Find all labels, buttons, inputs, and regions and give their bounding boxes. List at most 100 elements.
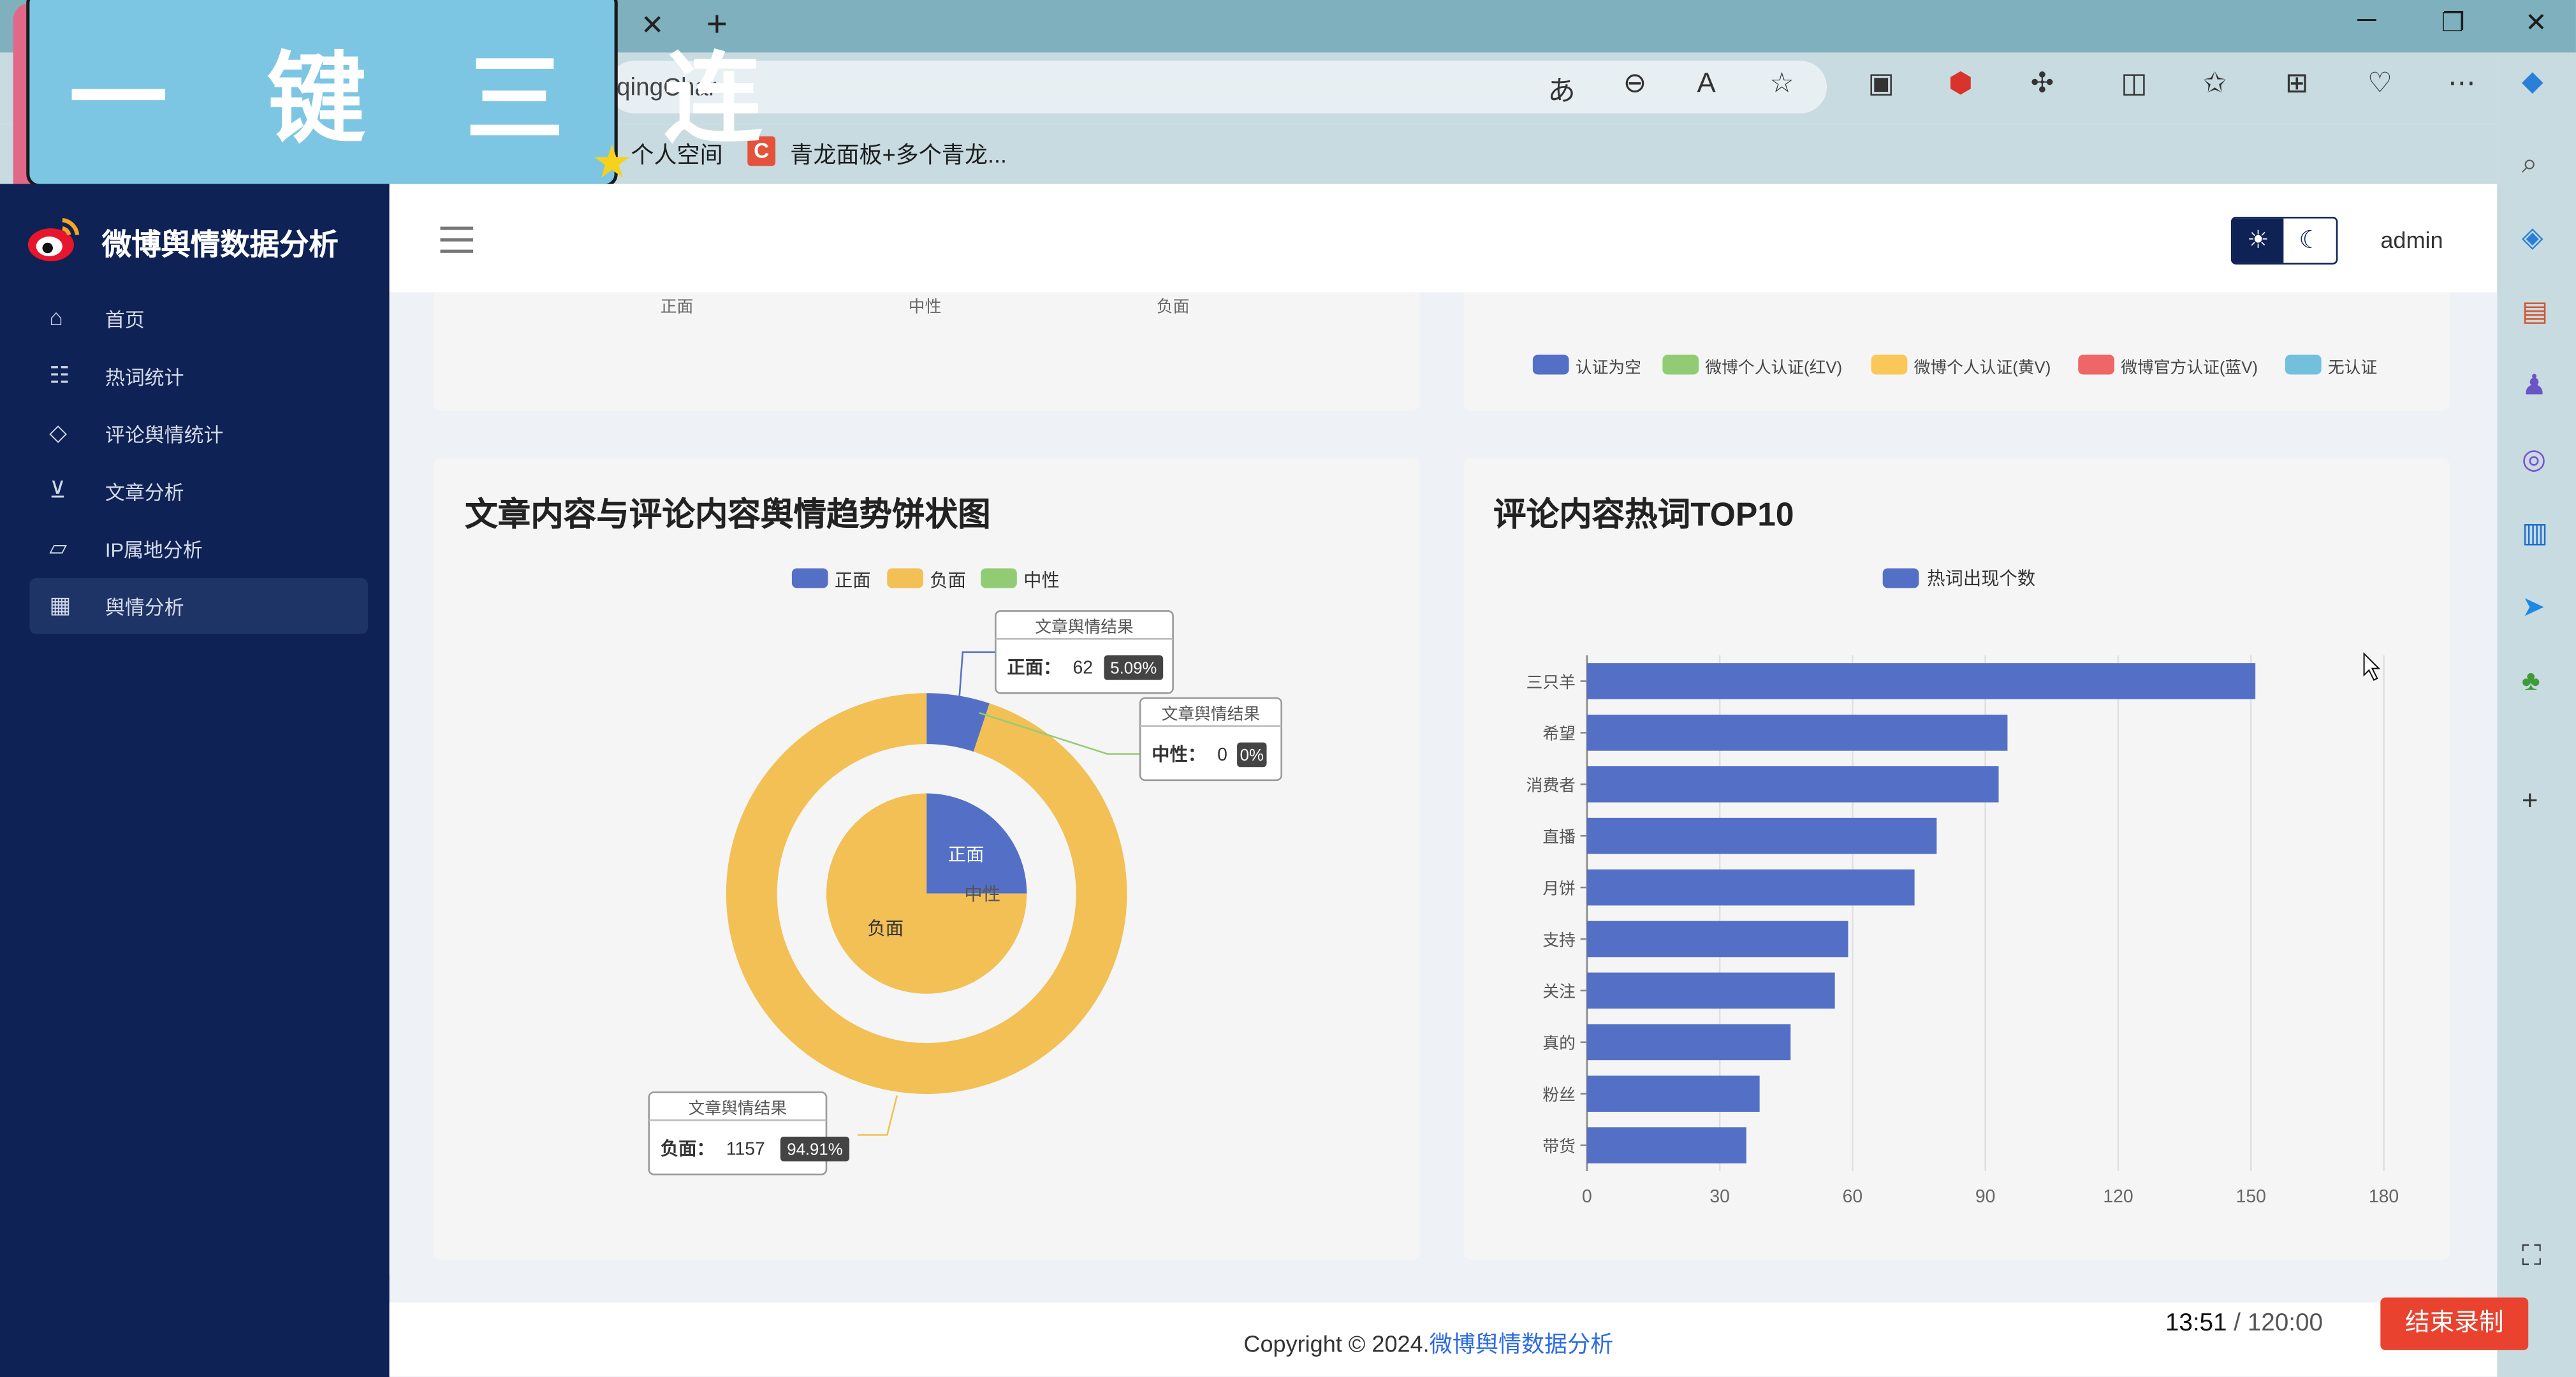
tooltip-负面: 文章舆情结果负面： 1157 94.91% (648, 1091, 850, 1176)
minimize-icon[interactable]: ─ (2357, 6, 2376, 36)
copyright-link[interactable]: 微博舆情数据分析 (1430, 1330, 1614, 1357)
close-window-icon[interactable]: ✕ (2525, 6, 2547, 40)
mouse-cursor-icon (2363, 652, 2381, 681)
screenshot-icon[interactable]: ⛶ (2522, 1240, 2542, 1273)
top-right-card (1463, 292, 2450, 411)
legend-swatch[interactable] (2078, 354, 2114, 375)
tooltip-title: 文章舆情结果 (689, 1099, 787, 1118)
outlook-icon[interactable]: ▥ (2522, 518, 2548, 551)
bar-月饼 (1586, 869, 1915, 906)
x-tick-label: 0 (1582, 1186, 1592, 1207)
cart-icon: ⊻ (49, 476, 66, 503)
people-icon: ☷ (49, 361, 70, 388)
legend-label: 无认证 (2327, 360, 2378, 378)
sidebar-item-3[interactable]: ◇ 评论舆情统计 (29, 405, 368, 462)
bar-希望 (1586, 715, 2008, 751)
tooltip-name: 中性： (1152, 745, 1206, 765)
sidebar-item-1[interactable]: ⌂ 首页 (29, 291, 368, 347)
read-aloud-icon[interactable]: A (1697, 68, 1716, 101)
health-icon[interactable]: ♡ (2367, 68, 2392, 101)
sidebar-item-6[interactable]: ▦ 舆情分析 (29, 578, 369, 634)
moon-icon[interactable]: ☾ (2283, 219, 2336, 263)
adblock-icon[interactable]: ⬢ (1949, 68, 1973, 101)
x-tick-label: 30 (1709, 1186, 1730, 1207)
calendar-icon: ▦ (49, 591, 71, 618)
menu-toggle-icon[interactable] (440, 226, 474, 253)
bar-消费者 (1586, 766, 1999, 803)
tooltip-percent: 5.09% (1110, 659, 1157, 677)
leader-line-negative (857, 1095, 898, 1136)
zoom-out-icon[interactable]: ⊖ (1623, 68, 1647, 101)
bar-legend-label: 热词出现个数 (1927, 569, 2035, 589)
top-header (389, 184, 2498, 293)
tooltip-中性: 文章舆情结果中性： 0 0% (1139, 697, 1282, 782)
bar-chart: 热词出现个数 0 30 60 90 120 150 180 三只羊希望消费者直播月饼支持关注真的… (1526, 568, 2399, 1207)
sidebar-item-label: 热词统计 (105, 366, 184, 390)
y-tick-label: 真的 (1542, 1034, 1576, 1053)
tooltip-value: 62 (1072, 657, 1093, 678)
shopping-tag-icon[interactable]: ◈ (2522, 222, 2543, 255)
office-icon[interactable]: ◎ (2522, 444, 2546, 477)
timer-total: / 120:00 (2227, 1309, 2324, 1337)
sidebar-item-5[interactable]: ▱ IP属地分析 (29, 521, 368, 577)
legend-label: 微博个人认证(红V) (1705, 360, 1843, 378)
legend-swatch[interactable] (2285, 354, 2322, 375)
y-tick-label: 月饼 (1542, 879, 1576, 898)
bar-直播 (1586, 817, 1937, 854)
bar-三只羊 (1586, 663, 2256, 699)
favorites-icon[interactable]: ✩ (2203, 68, 2227, 101)
app-title: 微博舆情数据分析 (101, 228, 339, 261)
bar-粉丝 (1586, 1075, 1760, 1112)
x-tick-label: 60 (1843, 1186, 1863, 1207)
toolbox-icon[interactable]: ▤ (2522, 296, 2548, 329)
extension-icon[interactable]: ▣ (1868, 68, 1894, 101)
x-tick-label: 180 (2369, 1186, 2399, 1207)
collections-icon[interactable]: ⊞ (2285, 68, 2309, 101)
translate-icon[interactable]: あ (1548, 68, 1576, 108)
star-icon: ★ (591, 136, 633, 187)
copilot-icon[interactable]: ◆ (2522, 66, 2543, 99)
chart-icon: ▱ (49, 534, 68, 560)
split-screen-icon[interactable]: ◫ (2121, 68, 2147, 101)
y-tick-label: 粉丝 (1542, 1086, 1576, 1104)
tooltip-正面: 文章舆情结果正面： 62 5.09% (995, 610, 1174, 694)
telegram-icon[interactable]: ➤ (2522, 592, 2545, 625)
tree-icon[interactable]: ♣ (2522, 665, 2540, 698)
tooltip-percent: 94.91% (787, 1140, 842, 1158)
user-name[interactable]: admin (2380, 227, 2443, 253)
bar-关注 (1586, 972, 1835, 1009)
search-icon[interactable]: ⌕ (2522, 148, 2538, 181)
theme-toggle[interactable]: ☀ ☾ (2230, 217, 2338, 265)
bar-支持 (1586, 921, 1848, 958)
legend-swatch[interactable] (1662, 354, 1699, 375)
legend-label: 微博官方认证(蓝V) (2121, 360, 2258, 378)
puzzle-icon[interactable]: ✣ (2031, 68, 2054, 101)
more-menu-icon[interactable]: ⋯ (2448, 68, 2476, 101)
timer-elapsed: 13:51 (2165, 1309, 2227, 1337)
tooltip-value: 1157 (726, 1139, 765, 1159)
sun-icon[interactable]: ☀ (2232, 218, 2284, 263)
stop-recording-button[interactable]: 结束录制 (2380, 1297, 2529, 1350)
y-tick-label: 消费者 (1526, 776, 1576, 795)
axis-label-negative: 负面 (1156, 298, 1190, 317)
main-content: 正面 中性 负面 认证为空 微博个人认证(红V) 微博个人认证(黄V) 微博官方认证(… (389, 292, 2498, 1275)
add-panel-icon[interactable]: + (2522, 785, 2538, 819)
tag-icon: ◇ (49, 419, 68, 446)
sidebar-item-2[interactable]: ☷ 热词统计 (29, 348, 368, 404)
y-tick-label: 带货 (1542, 1137, 1576, 1156)
y-tick-label: 三只羊 (1526, 673, 1576, 692)
restore-icon[interactable]: ❐ (2441, 6, 2465, 40)
bar-真的 (1586, 1024, 1791, 1061)
favorite-star-icon[interactable]: ☆ (1769, 68, 1794, 101)
y-tick-label: 希望 (1542, 725, 1576, 743)
legend-swatch[interactable] (1532, 354, 1569, 375)
tooltip-value: 0 (1217, 745, 1227, 765)
games-icon[interactable]: ♟ (2522, 370, 2547, 403)
tooltip-percent: 0% (1240, 747, 1264, 764)
bookmark-qinglong[interactable]: 青龙面板+多个青龙... (790, 138, 1007, 171)
inner-pie-slice-正面 (926, 793, 1027, 894)
sidebar-item-label: 文章分析 (105, 481, 184, 504)
sidebar-item-4[interactable]: ⊻ 文章分析 (29, 463, 368, 520)
legend-swatch[interactable] (1871, 354, 1908, 375)
y-tick-label: 直播 (1542, 827, 1576, 846)
